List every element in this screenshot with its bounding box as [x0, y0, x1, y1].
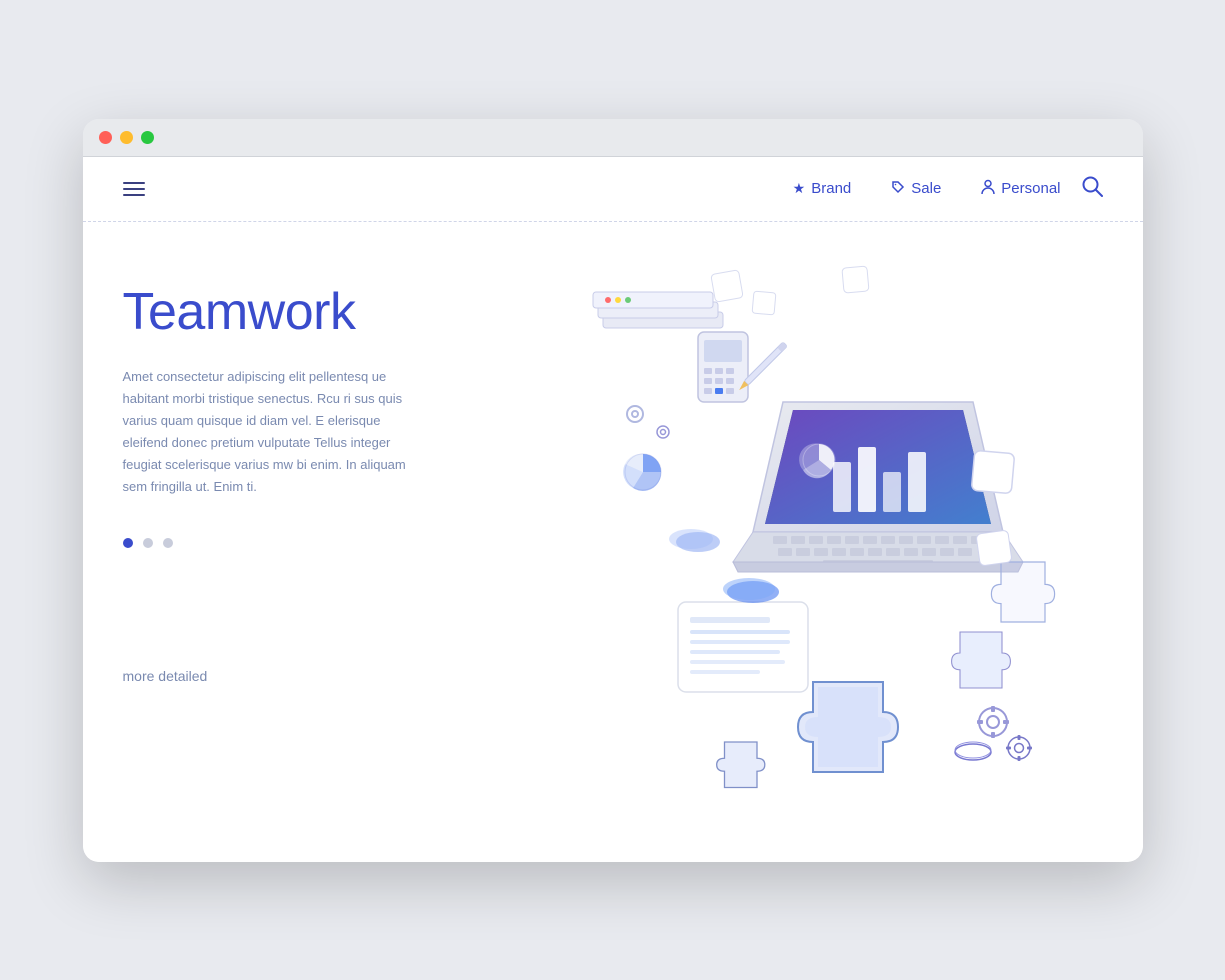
- hamburger-menu[interactable]: [123, 182, 145, 196]
- nav-items: ★ Brand Sale: [793, 179, 1061, 198]
- minimize-button[interactable]: [120, 131, 133, 144]
- hero-description: Amet consectetur adipiscing elit pellent…: [123, 366, 423, 499]
- browser-window: ★ Brand Sale: [83, 119, 1143, 862]
- close-button[interactable]: [99, 131, 112, 144]
- hero-title: Teamwork: [123, 282, 503, 342]
- navbar: ★ Brand Sale: [83, 157, 1143, 222]
- nav-personal[interactable]: Personal: [981, 179, 1060, 198]
- person-icon: [981, 179, 995, 198]
- more-detailed-link[interactable]: more detailed: [123, 668, 503, 684]
- main-content: Teamwork Amet consectetur adipiscing eli…: [83, 222, 1143, 862]
- nav-brand-label: Brand: [811, 180, 851, 197]
- dot-1[interactable]: [123, 538, 133, 548]
- dot-2[interactable]: [143, 538, 153, 548]
- isometric-illustration: [523, 252, 1103, 812]
- search-button[interactable]: [1081, 175, 1103, 203]
- tag-icon: [891, 180, 905, 197]
- browser-content: ★ Brand Sale: [83, 157, 1143, 862]
- left-panel: Teamwork Amet consectetur adipiscing eli…: [123, 262, 503, 812]
- browser-titlebar: [83, 119, 1143, 157]
- nav-brand[interactable]: ★ Brand: [793, 180, 852, 197]
- dot-3[interactable]: [163, 538, 173, 548]
- pagination-dots: [123, 538, 503, 548]
- right-panel: [503, 262, 1103, 812]
- nav-sale-label: Sale: [911, 180, 941, 197]
- star-icon: ★: [793, 180, 806, 197]
- nav-personal-label: Personal: [1001, 180, 1060, 197]
- nav-sale[interactable]: Sale: [891, 180, 941, 197]
- maximize-button[interactable]: [141, 131, 154, 144]
